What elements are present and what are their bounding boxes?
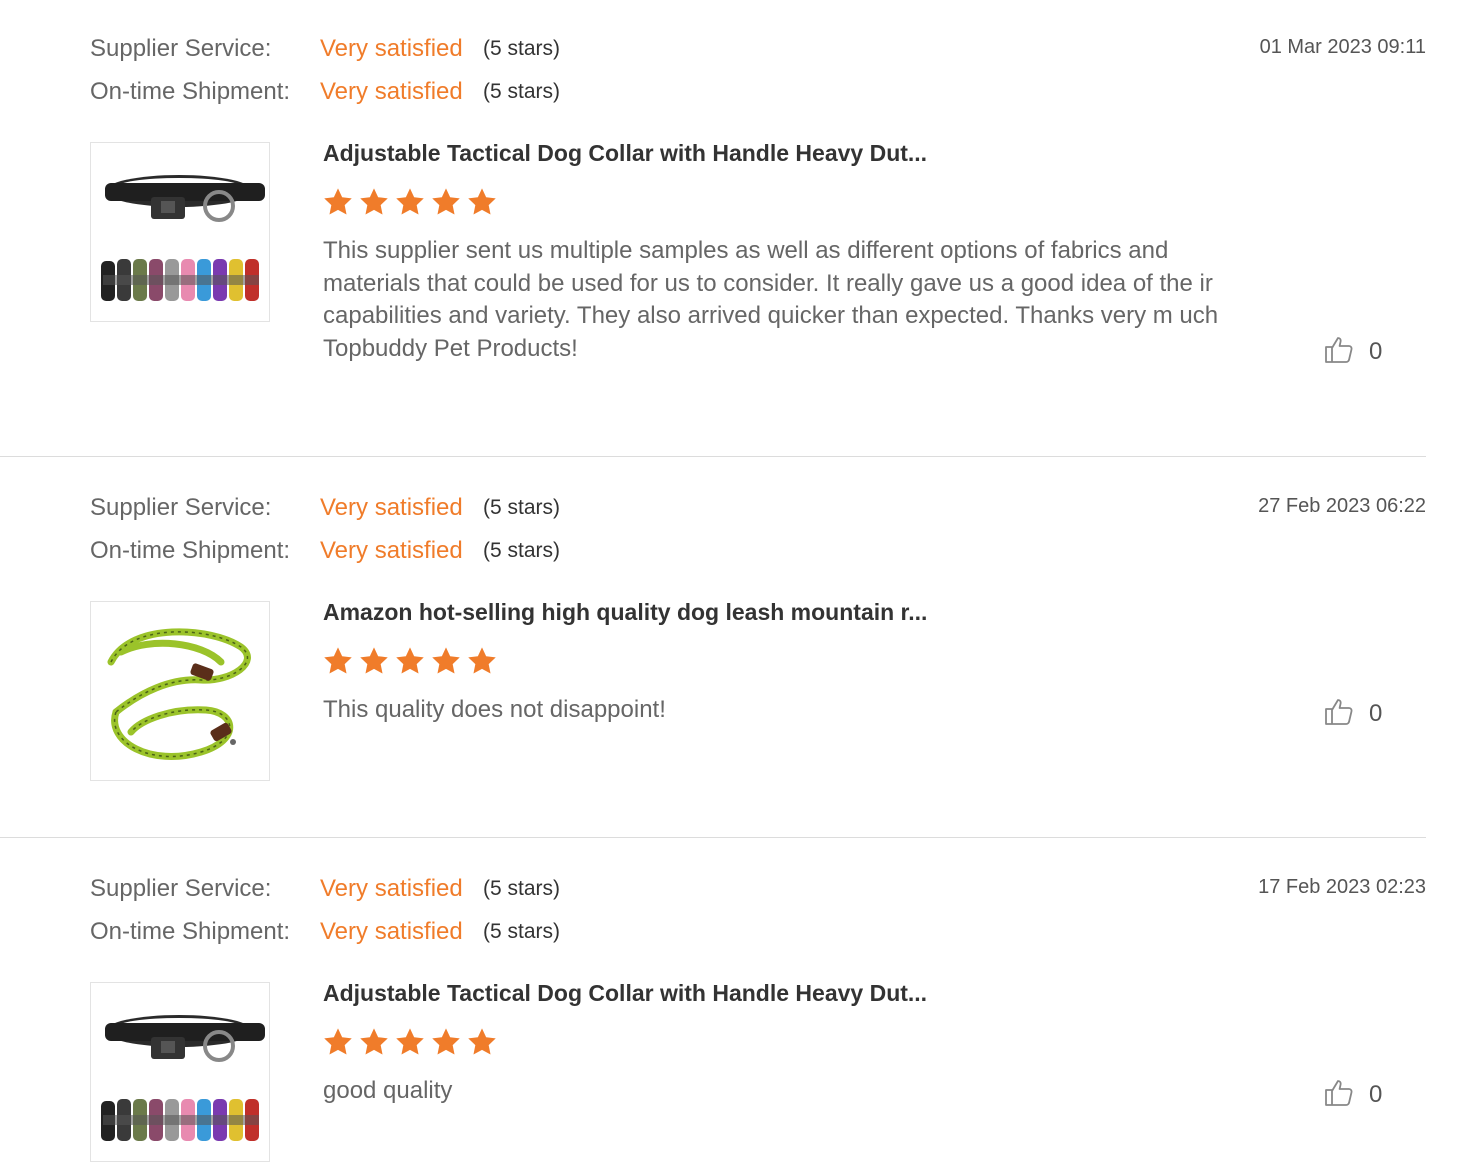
star-icon <box>466 186 498 218</box>
product-title[interactable]: Adjustable Tactical Dog Collar with Hand… <box>323 140 927 167</box>
product-title[interactable]: Adjustable Tactical Dog Collar with Hand… <box>323 980 927 1007</box>
review-date: 01 Mar 2023 09:11 <box>1259 36 1426 58</box>
star-icon <box>394 186 426 218</box>
dog-leash-image <box>107 628 251 760</box>
star-icon <box>322 186 354 218</box>
shipment-label: On-time Shipment: <box>90 537 291 564</box>
star-icon <box>394 1026 426 1058</box>
shipment-label: On-time Shipment: <box>90 918 291 945</box>
thumbs-up-icon <box>1323 333 1355 370</box>
supplier-service-rating: Supplier Service: Very satisfied (5 star… <box>90 873 560 905</box>
shipment-value: Very satisfied <box>320 78 463 105</box>
star-icon <box>430 186 462 218</box>
like-button[interactable]: 0 <box>1323 333 1382 370</box>
dog-collar-image <box>101 1015 265 1141</box>
shipment-label: On-time Shipment: <box>90 78 291 105</box>
shipment-value: Very satisfied <box>320 537 463 564</box>
thumbs-up-icon <box>1323 695 1355 732</box>
star-icon <box>322 645 354 677</box>
thumbs-up-icon <box>1323 1076 1355 1113</box>
supplier-service-stars: (5 stars) <box>483 37 561 60</box>
product-title[interactable]: Amazon hot-selling high quality dog leas… <box>323 599 927 626</box>
star-icon <box>322 1026 354 1058</box>
like-count: 0 <box>1369 699 1383 727</box>
review-comment: This supplier sent us multiple samples a… <box>323 237 1219 362</box>
review-date: 27 Feb 2023 06:22 <box>1258 495 1426 517</box>
star-icon <box>466 645 498 677</box>
supplier-service-rating: Supplier Service: Very satisfied (5 star… <box>90 492 560 524</box>
like-count: 0 <box>1369 337 1383 365</box>
supplier-service-label: Supplier Service: <box>90 494 272 521</box>
review-stars <box>322 186 498 218</box>
like-button[interactable]: 0 <box>1323 1076 1382 1113</box>
product-thumbnail[interactable] <box>90 601 270 781</box>
like-count: 0 <box>1369 1080 1383 1108</box>
review-item: Supplier Service: Very satisfied (5 star… <box>0 457 1426 838</box>
review-comment: good quality <box>323 1077 453 1104</box>
review-item: Supplier Service: Very satisfied (5 star… <box>0 838 1426 1166</box>
supplier-service-label: Supplier Service: <box>90 35 272 62</box>
star-icon <box>394 645 426 677</box>
shipment-rating: On-time Shipment: Very satisfied (5 star… <box>90 76 560 108</box>
shipment-stars: (5 stars) <box>483 539 561 562</box>
supplier-service-stars: (5 stars) <box>483 877 561 900</box>
shipment-rating: On-time Shipment: Very satisfied (5 star… <box>90 535 560 567</box>
review-comment: This quality does not disappoint! <box>323 696 666 723</box>
star-icon <box>430 645 462 677</box>
star-icon <box>358 186 390 218</box>
dog-collar-image <box>101 175 265 301</box>
shipment-rating: On-time Shipment: Very satisfied (5 star… <box>90 916 560 948</box>
product-thumbnail[interactable] <box>90 982 270 1162</box>
shipment-value: Very satisfied <box>320 918 463 945</box>
shipment-stars: (5 stars) <box>483 80 561 103</box>
review-item: Supplier Service: Very satisfied (5 star… <box>0 0 1426 457</box>
shipment-stars: (5 stars) <box>483 920 561 943</box>
review-stars <box>322 645 498 677</box>
review-date: 17 Feb 2023 02:23 <box>1258 876 1426 898</box>
product-thumbnail[interactable] <box>90 142 270 322</box>
supplier-service-label: Supplier Service: <box>90 875 272 902</box>
supplier-service-stars: (5 stars) <box>483 496 561 519</box>
supplier-service-value: Very satisfied <box>320 35 463 62</box>
supplier-service-rating: Supplier Service: Very satisfied (5 star… <box>90 33 560 65</box>
supplier-service-value: Very satisfied <box>320 875 463 902</box>
like-button[interactable]: 0 <box>1323 695 1382 732</box>
supplier-service-value: Very satisfied <box>320 494 463 521</box>
review-stars <box>322 1026 498 1058</box>
star-icon <box>466 1026 498 1058</box>
star-icon <box>358 645 390 677</box>
star-icon <box>358 1026 390 1058</box>
star-icon <box>430 1026 462 1058</box>
